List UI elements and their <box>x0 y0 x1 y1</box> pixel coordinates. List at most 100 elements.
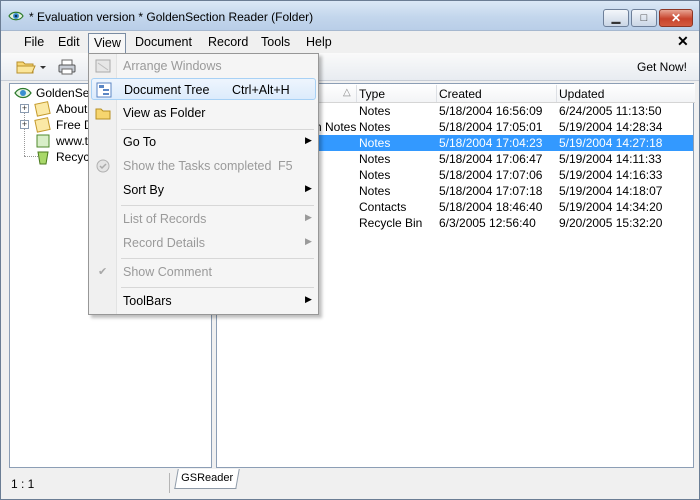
folder-icon <box>95 105 111 121</box>
cell-created: 5/18/2004 17:07:06 <box>439 168 543 182</box>
status-divider <box>169 473 170 493</box>
column-created[interactable]: Created <box>439 87 482 101</box>
window-title: * Evaluation version * GoldenSection Rea… <box>29 10 314 24</box>
menu-help[interactable]: Help <box>301 33 337 53</box>
menu-item-list-of-records[interactable]: List of Records ▶ <box>91 208 316 230</box>
menu-label: Show the Tasks completed <box>123 159 272 173</box>
minimize-button[interactable]: ▁ <box>603 9 629 27</box>
eye-icon <box>14 85 32 104</box>
print-icon[interactable] <box>56 57 78 77</box>
cell-updated: 5/19/2004 14:27:18 <box>559 136 663 150</box>
menu-label: Document Tree <box>124 83 210 97</box>
cell-updated: 5/19/2004 14:28:34 <box>559 120 663 134</box>
submenu-arrow-icon: ▶ <box>305 135 312 145</box>
menu-item-sort-by[interactable]: Sort By ▶ <box>91 179 316 201</box>
menu-label: View as Folder <box>123 106 206 120</box>
menu-item-view-as-folder[interactable]: View as Folder <box>91 102 316 124</box>
cell-created: 5/18/2004 18:46:40 <box>439 200 543 214</box>
menu-item-record-details[interactable]: Record Details ▶ <box>91 232 316 254</box>
cell-created: 5/18/2004 17:07:18 <box>439 184 543 198</box>
menu-label: Sort By <box>123 183 164 197</box>
column-divider <box>356 85 357 102</box>
close-document-icon[interactable]: ✕ <box>677 33 689 50</box>
submenu-arrow-icon: ▶ <box>305 236 312 246</box>
column-divider <box>436 85 437 102</box>
status-bar: 1 : 1 GSReader <box>1 469 699 499</box>
tree-label-root: GoldenSec <box>36 86 96 100</box>
recycle-bin-icon <box>34 149 52 168</box>
menu-tools[interactable]: Tools <box>256 33 295 53</box>
cell-updated: 6/24/2005 11:13:50 <box>559 104 662 118</box>
menu-separator <box>121 258 314 259</box>
app-window: * Evaluation version * GoldenSection Rea… <box>0 0 700 500</box>
menu-label: Show Comment <box>123 265 212 279</box>
menu-item-show-tasks-completed[interactable]: Show the Tasks completed F5 <box>91 155 316 177</box>
title-bar[interactable]: * Evaluation version * GoldenSection Rea… <box>1 1 699 31</box>
close-icon: ✕ <box>670 11 682 25</box>
check-icon: ✔ <box>98 266 108 278</box>
submenu-arrow-icon: ▶ <box>305 212 312 222</box>
menu-label: Arrange Windows <box>123 59 222 73</box>
cell-updated: 9/20/2005 15:32:20 <box>559 216 663 230</box>
tree-label-www: www.t <box>56 134 89 148</box>
cell-type: Notes <box>359 120 391 134</box>
menu-item-show-comment[interactable]: ✔ Show Comment <box>91 261 316 283</box>
menu-separator <box>121 205 314 206</box>
menu-file[interactable]: File <box>19 33 49 53</box>
menu-item-arrange-windows[interactable]: Arrange Windows <box>91 55 316 77</box>
tree-label-about: About <box>56 102 88 116</box>
menu-item-go-to[interactable]: Go To ▶ <box>91 131 316 153</box>
menu-bar: File Edit View Document Record Tools Hel… <box>1 31 699 53</box>
cell-name-partial: n Notes <box>315 120 357 134</box>
maximize-icon: □ <box>640 12 648 24</box>
menu-separator <box>121 287 314 288</box>
document-tree-icon <box>96 82 112 98</box>
tab-gsreader[interactable]: GSReader <box>174 469 240 489</box>
cell-updated: 5/19/2004 14:34:20 <box>559 200 663 214</box>
tasks-completed-icon <box>95 158 111 174</box>
menu-record[interactable]: Record <box>203 33 253 53</box>
column-type[interactable]: Type <box>359 87 385 101</box>
arrange-windows-icon <box>95 58 111 74</box>
menu-label: Go To <box>123 135 157 149</box>
menu-document[interactable]: Document <box>130 33 197 53</box>
app-eye-icon <box>8 8 24 27</box>
column-divider <box>556 85 557 102</box>
expand-plus-icon[interactable]: + <box>20 120 29 129</box>
maximize-button[interactable]: □ <box>631 9 657 27</box>
menu-separator <box>121 129 314 130</box>
submenu-arrow-icon: ▶ <box>305 294 312 304</box>
close-window-button[interactable]: ✕ <box>659 9 693 27</box>
cell-created: 5/18/2004 16:56:09 <box>439 104 543 118</box>
menu-shortcut: Ctrl+Alt+H <box>232 83 290 97</box>
expand-plus-icon[interactable]: + <box>20 104 29 113</box>
tab-label: GSReader <box>181 472 234 484</box>
cell-type: Notes <box>359 184 391 198</box>
menu-edit[interactable]: Edit <box>53 33 85 53</box>
cell-updated: 5/19/2004 14:16:33 <box>559 168 663 182</box>
cursor-position: 1 : 1 <box>11 477 35 491</box>
cell-created: 5/18/2004 17:06:47 <box>439 152 543 166</box>
cell-type: Notes <box>359 104 391 118</box>
open-folder-icon[interactable] <box>15 57 37 77</box>
cell-created: 5/18/2004 17:04:23 <box>439 136 543 150</box>
menu-shortcut: F5 <box>278 159 293 173</box>
column-updated[interactable]: Updated <box>559 87 604 101</box>
menu-item-document-tree[interactable]: Document Tree Ctrl+Alt+H <box>91 78 316 100</box>
cell-type: Contacts <box>359 200 407 214</box>
menu-view[interactable]: View <box>88 33 126 53</box>
cell-type: Recycle Bin <box>359 216 423 230</box>
dropdown-arrow-icon[interactable] <box>38 57 48 77</box>
menu-label: Record Details <box>123 236 205 250</box>
cell-created: 5/18/2004 17:05:01 <box>439 120 543 134</box>
cell-updated: 5/19/2004 14:18:07 <box>559 184 663 198</box>
menu-item-toolbars[interactable]: ToolBars ▶ <box>91 290 316 312</box>
cell-created: 6/3/2005 12:56:40 <box>439 216 536 230</box>
minimize-icon: ▁ <box>611 12 621 24</box>
menu-label: List of Records <box>123 212 207 226</box>
view-menu-dropdown: Arrange Windows Document Tree Ctrl+Alt+H… <box>88 53 319 315</box>
cell-updated: 5/19/2004 14:11:33 <box>559 152 662 166</box>
cell-type: Notes <box>359 168 391 182</box>
cell-type: Notes <box>359 136 391 150</box>
get-now-link[interactable]: Get Now! <box>637 60 687 74</box>
